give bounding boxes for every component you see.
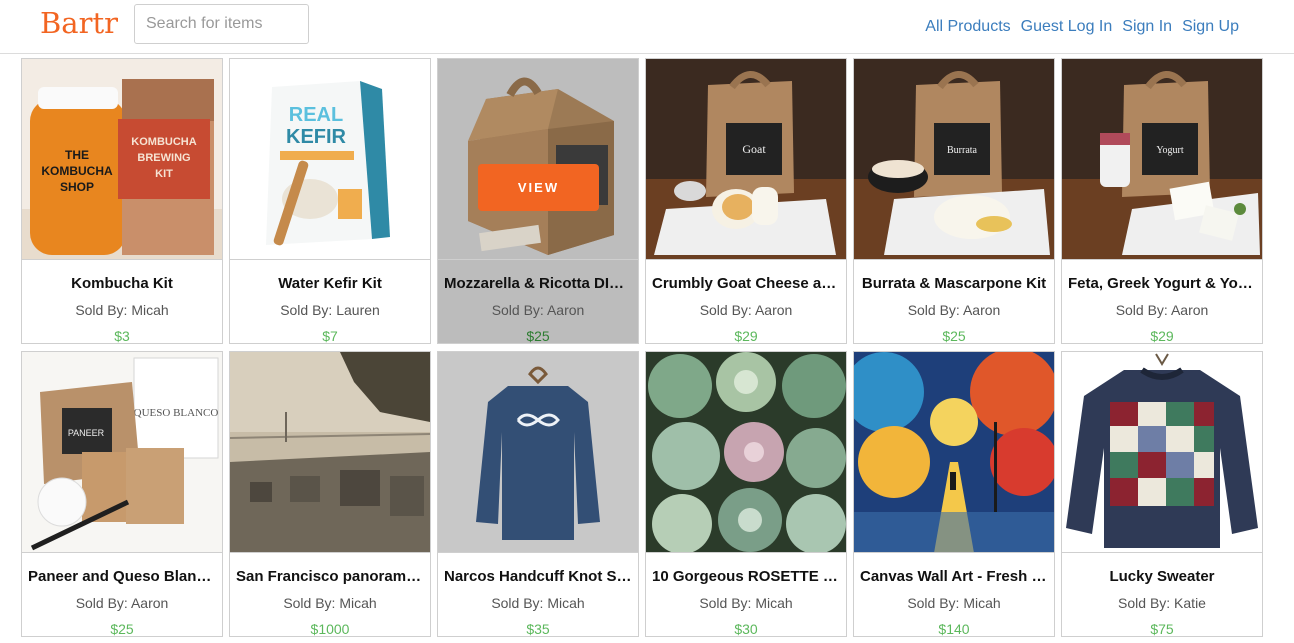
product-price: $30 — [734, 621, 758, 637]
sweater-image[interactable] — [1062, 352, 1262, 553]
product-title[interactable]: Mozzarella & Ricotta DIY Cheese Kit — [444, 275, 632, 292]
product-title[interactable]: Crumbly Goat Cheese and Chevre Kit — [652, 275, 840, 292]
product-card[interactable]: THE KOMBUCHA SHOP KOMBUCHA BREWING KIT K… — [21, 58, 223, 344]
product-price: $1000 — [310, 621, 350, 637]
product-card[interactable]: 10 Gorgeous ROSETTE Succulents Sold By: … — [645, 351, 847, 637]
product-title[interactable]: Canvas Wall Art - Fresh Rain — [860, 568, 1048, 585]
product-seller: Sold By: Micah — [907, 595, 1001, 611]
product-price: $25 — [110, 621, 134, 637]
nav-links: All Products Guest Log In Sign In Sign U… — [925, 18, 1239, 36]
product-seller: Sold By: Aaron — [75, 595, 169, 611]
product-seller: Sold By: Aaron — [699, 302, 793, 318]
svg-text:KOMBUCHA: KOMBUCHA — [131, 136, 196, 148]
product-title[interactable]: Water Kefir Kit — [236, 275, 424, 292]
svg-text:Goat: Goat — [742, 142, 766, 156]
svg-text:KIT: KIT — [155, 168, 173, 180]
svg-text:KEFIR: KEFIR — [286, 126, 347, 148]
product-card[interactable]: Lucky Sweater Sold By: Katie $75 — [1061, 351, 1263, 637]
product-card[interactable]: San Francisco panoramic print Sold By: M… — [229, 351, 431, 637]
cheese-kit-box-image[interactable]: VIEW — [438, 59, 638, 260]
brand-logo[interactable]: Bartr — [40, 6, 118, 40]
nav-guest-login[interactable]: Guest Log In — [1021, 18, 1113, 36]
product-card[interactable]: Goat Crumbly Goat Cheese and Chevre Kit … — [645, 58, 847, 344]
nav-sign-in[interactable]: Sign In — [1122, 18, 1172, 36]
svg-text:REAL: REAL — [289, 104, 343, 126]
product-card[interactable]: Canvas Wall Art - Fresh Rain Sold By: Mi… — [853, 351, 1055, 637]
svg-text:Burrata: Burrata — [947, 145, 978, 156]
svg-text:PANEER: PANEER — [68, 428, 105, 438]
product-grid: THE KOMBUCHA SHOP KOMBUCHA BREWING KIT K… — [21, 58, 1263, 637]
product-seller: Sold By: Katie — [1118, 595, 1206, 611]
product-title[interactable]: Lucky Sweater — [1068, 568, 1256, 585]
sweatshirt-image[interactable] — [438, 352, 638, 553]
view-button[interactable]: VIEW — [478, 164, 599, 211]
product-price: $140 — [938, 621, 970, 637]
product-seller: Sold By: Aaron — [907, 302, 1001, 318]
goat-cheese-kit-image[interactable]: Goat — [646, 59, 846, 260]
product-price: $35 — [526, 621, 550, 637]
product-seller: Sold By: Lauren — [280, 302, 380, 318]
kefir-box-image[interactable]: REAL KEFIR — [230, 59, 430, 260]
top-navbar: Bartr All Products Guest Log In Sign In … — [0, 0, 1294, 54]
product-title[interactable]: Narcos Handcuff Knot Sweatshirt — [444, 568, 632, 585]
product-card[interactable]: Yogurt Feta, Greek Yogurt & Yogurt Kit S… — [1061, 58, 1263, 344]
succulents-image[interactable] — [646, 352, 846, 553]
svg-text:Yogurt: Yogurt — [1156, 145, 1184, 156]
product-title[interactable]: Burrata & Mascarpone Kit — [860, 275, 1048, 292]
svg-text:SHOP: SHOP — [60, 180, 94, 194]
sf-panorama-photo[interactable] — [230, 352, 430, 553]
product-title[interactable]: Feta, Greek Yogurt & Yogurt Kit — [1068, 275, 1256, 292]
product-card[interactable]: REAL KEFIR Water Kefir Kit Sold By: Laur… — [229, 58, 431, 344]
product-seller: Sold By: Micah — [75, 302, 169, 318]
product-price: $75 — [1150, 621, 1174, 637]
painting-image[interactable] — [854, 352, 1054, 553]
product-seller: Sold By: Aaron — [491, 302, 585, 318]
svg-text:QUESO BLANCO: QUESO BLANCO — [134, 407, 219, 419]
product-price: $25 — [942, 328, 966, 344]
product-title[interactable]: 10 Gorgeous ROSETTE Succulents — [652, 568, 840, 585]
paneer-kit-image[interactable]: QUESO BLANCO PANEER — [22, 352, 222, 553]
nav-all-products[interactable]: All Products — [925, 18, 1010, 36]
feta-kit-image[interactable]: Yogurt — [1062, 59, 1262, 260]
product-title[interactable]: Kombucha Kit — [28, 275, 216, 292]
kombucha-kit-image[interactable]: THE KOMBUCHA SHOP KOMBUCHA BREWING KIT — [22, 59, 222, 260]
product-price: $25 — [526, 328, 550, 344]
product-price: $7 — [322, 328, 338, 344]
product-price: $29 — [734, 328, 758, 344]
search-input[interactable] — [134, 4, 309, 44]
product-card[interactable]: QUESO BLANCO PANEER Paneer and Queso Bla… — [21, 351, 223, 637]
product-card[interactable]: VIEW Mozzarella & Ricotta DIY Cheese Kit… — [437, 58, 639, 344]
product-seller: Sold By: Aaron — [1115, 302, 1209, 318]
product-card[interactable]: Burrata Burrata & Mascarpone Kit Sold By… — [853, 58, 1055, 344]
product-title[interactable]: San Francisco panoramic print — [236, 568, 424, 585]
product-title[interactable]: Paneer and Queso Blanco Kit — [28, 568, 216, 585]
burrata-kit-image[interactable]: Burrata — [854, 59, 1054, 260]
product-price: $3 — [114, 328, 130, 344]
product-price: $29 — [1150, 328, 1174, 344]
product-seller: Sold By: Micah — [283, 595, 377, 611]
product-seller: Sold By: Micah — [699, 595, 793, 611]
product-seller: Sold By: Micah — [491, 595, 585, 611]
product-card[interactable]: Narcos Handcuff Knot Sweatshirt Sold By:… — [437, 351, 639, 637]
svg-text:THE: THE — [65, 148, 89, 162]
nav-sign-up[interactable]: Sign Up — [1182, 18, 1239, 36]
svg-text:BREWING: BREWING — [137, 152, 190, 164]
svg-text:KOMBUCHA: KOMBUCHA — [41, 164, 113, 178]
